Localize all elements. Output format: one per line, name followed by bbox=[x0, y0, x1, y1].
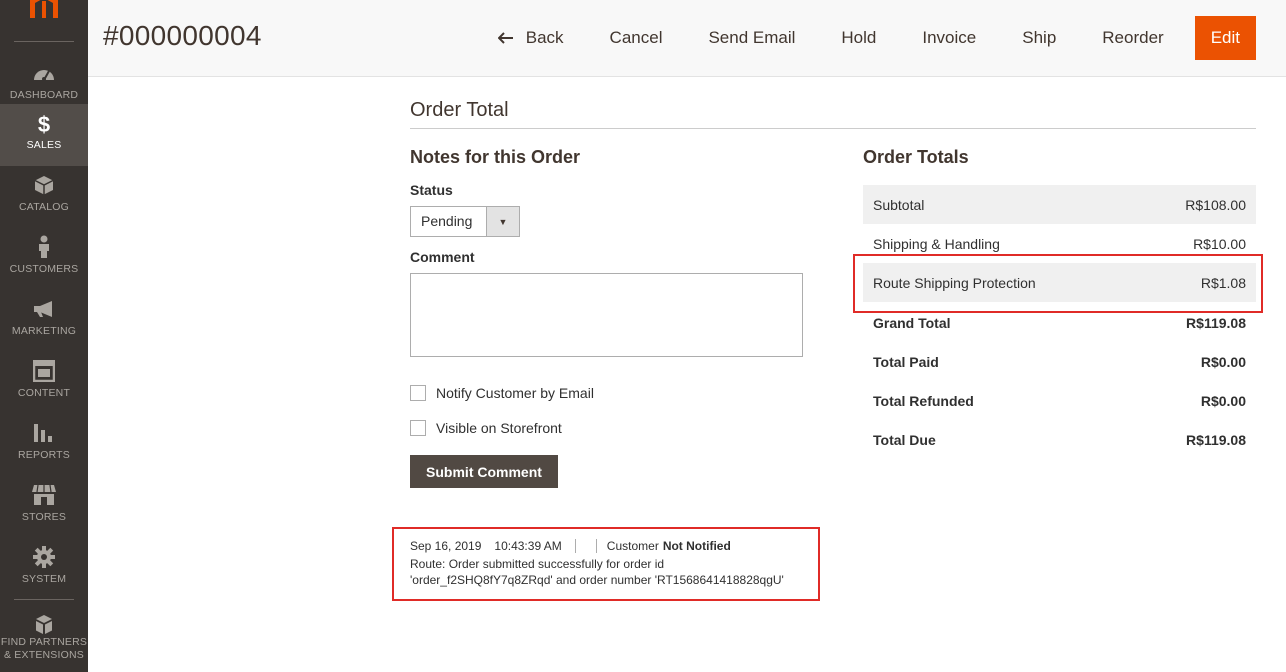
boxes-icon bbox=[0, 614, 88, 636]
history-date: Sep 16, 2019 bbox=[410, 539, 482, 553]
sidebar-item-find-partners[interactable]: FIND PARTNERS & EXTENSIONS bbox=[0, 606, 88, 672]
submit-comment-button[interactable]: Submit Comment bbox=[410, 455, 558, 488]
sidebar-item-label: MARKETING bbox=[11, 325, 77, 337]
notes-title: Notes for this Order bbox=[410, 147, 581, 167]
magento-logo-icon[interactable] bbox=[28, 0, 60, 18]
order-totals-title: Order Totals bbox=[863, 147, 969, 167]
cube-icon bbox=[0, 174, 88, 196]
totals-label: Grand Total bbox=[873, 314, 951, 331]
totals-row-total-paid: Total Paid R$0.00 bbox=[863, 342, 1256, 381]
totals-value: R$108.00 bbox=[1185, 196, 1246, 213]
totals-row-grand-total: Grand Total R$119.08 bbox=[863, 303, 1256, 342]
notify-customer-row: Notify Customer by Email bbox=[410, 384, 594, 402]
totals-value: R$119.08 bbox=[1186, 431, 1246, 448]
comment-textarea[interactable] bbox=[410, 273, 803, 357]
totals-label: Shipping & Handling bbox=[873, 235, 1000, 252]
history-message: Route: Order submitted successfully for … bbox=[410, 556, 810, 588]
admin-sidebar: DASHBOARD $ SALES CATALOG CUSTOMERS MARK… bbox=[0, 0, 88, 672]
dollar-icon: $ bbox=[37, 112, 51, 137]
status-select-value: Pending bbox=[421, 213, 473, 229]
totals-value: R$0.00 bbox=[1200, 392, 1246, 409]
megaphone-icon bbox=[0, 298, 88, 320]
sidebar-item-label: SALES bbox=[26, 139, 62, 151]
sidebar-item-label: REPORTS bbox=[18, 449, 70, 461]
history-separator bbox=[574, 539, 576, 553]
visible-storefront-label[interactable]: Visible on Storefront bbox=[436, 420, 562, 436]
sidebar-label-line: FIND PARTNERS bbox=[0, 636, 88, 648]
back-label: Back bbox=[525, 28, 564, 47]
totals-label: Total Refunded bbox=[873, 392, 974, 409]
totals-value: R$0.00 bbox=[1200, 353, 1246, 370]
layout-icon bbox=[0, 360, 88, 382]
sidebar-item-label: STORES bbox=[21, 511, 67, 523]
totals-label: Total Paid bbox=[873, 353, 939, 370]
sidebar-item-label: CUSTOMERS bbox=[9, 263, 79, 275]
sidebar-item-stores[interactable]: STORES bbox=[0, 476, 88, 538]
storefront-icon bbox=[0, 484, 88, 506]
arrow-left-icon bbox=[497, 28, 514, 49]
page-header: #000000004 Back Cancel Send Email Hold I… bbox=[88, 0, 1286, 77]
totals-value: R$119.08 bbox=[1186, 314, 1246, 331]
sidebar-item-reports[interactable]: REPORTS bbox=[0, 414, 88, 476]
history-separator bbox=[595, 539, 597, 553]
sidebar-item-marketing[interactable]: MARKETING bbox=[0, 290, 88, 352]
chevron-down-icon[interactable]: ▼ bbox=[486, 207, 519, 236]
dashboard-icon bbox=[0, 62, 88, 84]
totals-label: Subtotal bbox=[873, 196, 925, 213]
sidebar-item-catalog[interactable]: CATALOG bbox=[0, 166, 88, 228]
invoice-button[interactable]: Invoice bbox=[899, 16, 999, 60]
sidebar-divider bbox=[14, 41, 74, 42]
hold-button[interactable]: Hold bbox=[818, 16, 899, 60]
send-email-button[interactable]: Send Email bbox=[685, 16, 818, 60]
history-customer-label: Customer bbox=[606, 539, 659, 553]
totals-row-subtotal: Subtotal R$108.00 bbox=[863, 185, 1256, 224]
status-select[interactable]: Pending ▼ bbox=[410, 206, 520, 237]
sidebar-item-customers[interactable]: CUSTOMERS bbox=[0, 228, 88, 290]
notify-customer-label[interactable]: Notify Customer by Email bbox=[436, 385, 594, 401]
sidebar-item-content[interactable]: CONTENT bbox=[0, 352, 88, 414]
back-button[interactable]: Back bbox=[475, 16, 587, 60]
sidebar-item-label: FIND PARTNERS & EXTENSIONS bbox=[0, 636, 88, 662]
comment-label: Comment bbox=[410, 249, 475, 265]
notify-customer-checkbox[interactable] bbox=[410, 385, 426, 401]
sidebar-item-label: SYSTEM bbox=[21, 573, 67, 585]
section-title: Order Total bbox=[410, 99, 509, 121]
visible-storefront-checkbox[interactable] bbox=[410, 420, 426, 436]
history-entry-meta: Sep 16, 2019 10:43:39 AM Customer Not No… bbox=[410, 539, 731, 553]
page-title: #000000004 bbox=[103, 20, 262, 51]
page-actions: Back Cancel Send Email Hold Invoice Ship… bbox=[475, 16, 1256, 60]
edit-button[interactable]: Edit bbox=[1194, 16, 1256, 60]
totals-row-total-refunded: Total Refunded R$0.00 bbox=[863, 381, 1256, 420]
history-time: 10:43:39 AM bbox=[494, 539, 562, 553]
totals-row-total-due: Total Due R$119.08 bbox=[863, 420, 1256, 459]
totals-value: R$10.00 bbox=[1193, 235, 1246, 252]
visible-storefront-row: Visible on Storefront bbox=[410, 419, 562, 437]
person-icon bbox=[0, 235, 88, 258]
ship-button[interactable]: Ship bbox=[999, 16, 1079, 60]
history-message-line: 'order_f2SHQ8fY7q8ZRqd' and order number… bbox=[410, 573, 784, 587]
gear-icon bbox=[0, 546, 88, 568]
sidebar-item-label: DASHBOARD bbox=[9, 89, 79, 101]
status-label: Status bbox=[410, 182, 453, 198]
sidebar-item-label: CATALOG bbox=[18, 201, 70, 213]
bar-chart-icon bbox=[0, 422, 88, 444]
cancel-button[interactable]: Cancel bbox=[587, 16, 686, 60]
totals-label: Total Due bbox=[873, 431, 936, 448]
section-divider bbox=[410, 128, 1256, 129]
sidebar-label-line: & EXTENSIONS bbox=[3, 649, 84, 661]
history-message-line: Route: Order submitted successfully for … bbox=[410, 557, 665, 571]
sidebar-item-label: CONTENT bbox=[17, 387, 71, 399]
history-customer-status: Not Notified bbox=[662, 539, 731, 553]
sidebar-divider bbox=[14, 599, 74, 600]
reorder-button[interactable]: Reorder bbox=[1079, 16, 1186, 60]
sidebar-item-system[interactable]: SYSTEM bbox=[0, 538, 88, 600]
sidebar-item-sales[interactable]: $ SALES bbox=[0, 104, 88, 166]
